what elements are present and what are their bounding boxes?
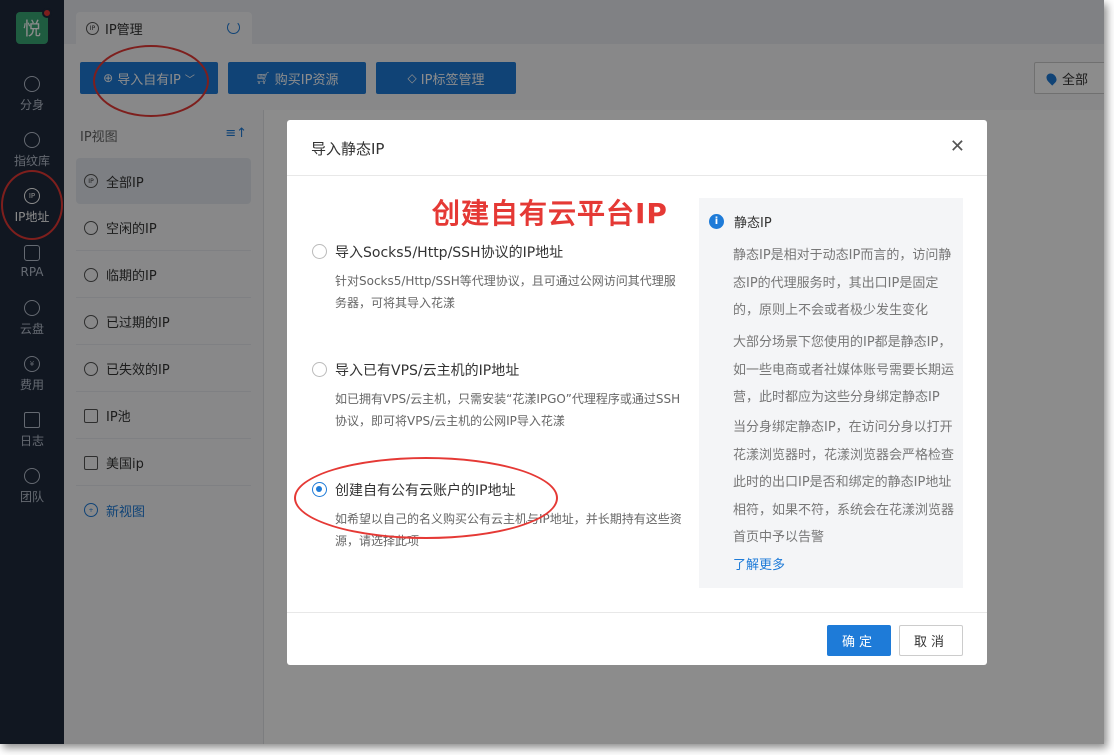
import-static-ip-dialog: 导入静态IP ✕ 创建自有云平台IP 导入Socks5/Http/SSH协议的I… [287, 120, 987, 665]
dialog-title: 导入静态IP [311, 140, 385, 158]
highlight-ring [294, 457, 558, 539]
option-desc: 针对Socks5/Http/SSH等代理协议，且可通过公网访问其代理服务器，可将… [335, 274, 676, 310]
info-title-text: 静态IP [734, 216, 772, 231]
info-paragraph: 静态IP是相对于动态IP而言的，访问静态IP的代理服务时，其出口IP是固定的，原… [733, 248, 952, 318]
info-paragraph: 当分身绑定静态IP，在访问分身以打开花漾浏览器时，花漾浏览器会严格检查此时的出口… [733, 420, 955, 545]
ok-button[interactable]: 确定 [827, 625, 891, 656]
info-icon: i [709, 214, 724, 229]
static-ip-info-panel: i 静态IP 静态IP是相对于动态IP而言的，访问静态IP的代理服务时，其出口I… [699, 198, 963, 588]
option-label: 导入已有VPS/云主机的IP地址 [335, 363, 520, 379]
option-label: 导入Socks5/Http/SSH协议的IP地址 [335, 245, 564, 261]
app-window: 悦 分身 指纹库 IP IP地址 RPA 云盘 ¥ 费用 日志 团队 IP IP… [0, 0, 1104, 744]
divider [287, 175, 987, 176]
info-title: i 静态IP [709, 212, 772, 231]
radio-socks5[interactable] [312, 244, 327, 259]
divider [287, 612, 987, 613]
learn-more-link[interactable]: 了解更多 [733, 554, 785, 573]
option-desc: 如已拥有VPS/云主机，只需安装“花漾IPGO”代理程序或通过SSH协议，即可将… [335, 392, 681, 428]
radio-vps[interactable] [312, 362, 327, 377]
annotation-text: 创建自有云平台IP [432, 197, 668, 230]
cancel-button[interactable]: 取消 [899, 625, 963, 656]
info-paragraph: 大部分场景下您使用的IP都是静态IP，如一些电商或者社媒体账号需要长期运营，此时… [733, 335, 955, 405]
close-icon[interactable]: ✕ [950, 136, 965, 157]
